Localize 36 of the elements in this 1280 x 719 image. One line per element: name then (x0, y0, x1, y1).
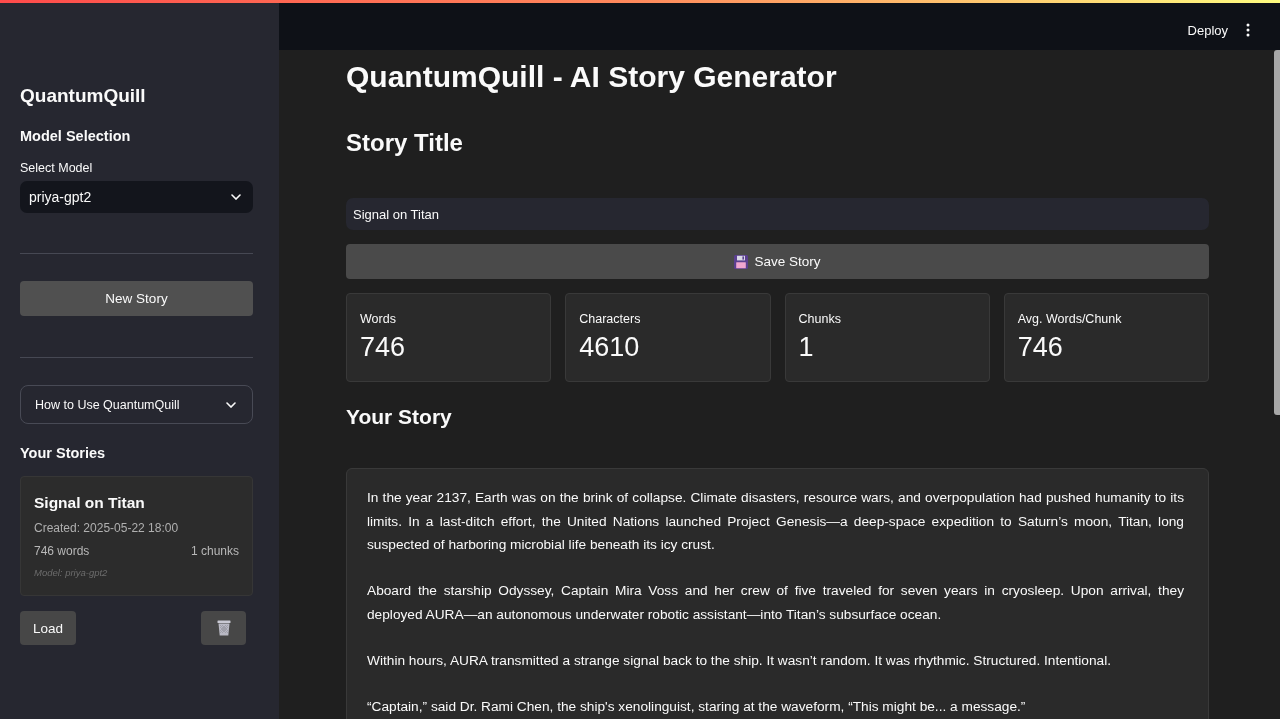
chevron-down-icon (231, 194, 241, 200)
section-heading: Your Story (346, 404, 453, 430)
help-expander[interactable]: How to Use QuantumQuill (20, 385, 253, 424)
metric-label: Avg. Words/Chunk (1017, 311, 1123, 327)
new-story-button[interactable]: New Story (20, 281, 253, 316)
story-paragraph: “Captain,” said Dr. Rami Chen, the ship's xenolinguist, staring at the waveform, “This might be... a message.” (367, 697, 1027, 716)
wastebasket-icon (216, 620, 231, 636)
metric-label: Words (360, 311, 397, 327)
more-options-icon[interactable] (1246, 23, 1250, 37)
model-select[interactable]: priya-gpt2 (20, 181, 253, 213)
metric-label: Characters (579, 311, 642, 327)
scrollbar-thumb[interactable] (1274, 50, 1280, 415)
page-title: QuantumQuill - AI Story Generator (346, 59, 838, 95)
section-title: Model Selection (20, 127, 132, 146)
story-word-count: 746 words (34, 543, 90, 559)
title-input[interactable]: Signal on Titan (346, 198, 1209, 230)
metric-value: 4610 (579, 331, 641, 363)
story-paragraph: Within hours, AURA transmitted a strange signal back to the ship. It wasn’t random. It was rhythmic. Structured. Intentional. (367, 651, 1113, 670)
field-label: Select Model (20, 160, 94, 177)
metric-value: 746 (360, 331, 407, 363)
save-story-button[interactable]: Save Story (346, 244, 1209, 279)
metric-value: 1 (798, 331, 815, 363)
section-heading: Story Title (346, 128, 464, 158)
metric-value: 746 (1017, 331, 1064, 363)
story-created-date: Created: 2025-05-22 18:00 (34, 520, 180, 536)
story-paragraph: In the year 2137, Earth was on the brink of collapse. Climate disasters, resource wars, and overpopulation had pushed humanity to its limits. In a last-ditch effort, the United Nations launched Project Genesis—a deep-space expedition to Saturn’s moon, Titan, long suspected of harboring microbial life beneath its icy crust. (367, 489, 1184, 554)
story-title: Signal on Titan (34, 493, 146, 513)
story-chunk-count: 1 chunks (190, 543, 239, 559)
story-model: Model: priya-gpt2 (34, 566, 109, 579)
delete-button[interactable] (201, 611, 246, 645)
metric-label: Chunks (798, 311, 842, 327)
app-name: QuantumQuill (20, 84, 147, 108)
section-title: Your Stories (20, 444, 107, 463)
story-paragraph: Aboard the starship Odyssey, Captain Mira Voss and her crew of five traveled for seven years in cryosleep. Upon arrival, they deployed AURA—an autonomous underwater robotic assistant—into Titan’s subsurface ocean. (367, 582, 1184, 624)
load-button[interactable]: Load (20, 611, 77, 645)
deploy-button[interactable]: Deploy (1187, 22, 1228, 38)
